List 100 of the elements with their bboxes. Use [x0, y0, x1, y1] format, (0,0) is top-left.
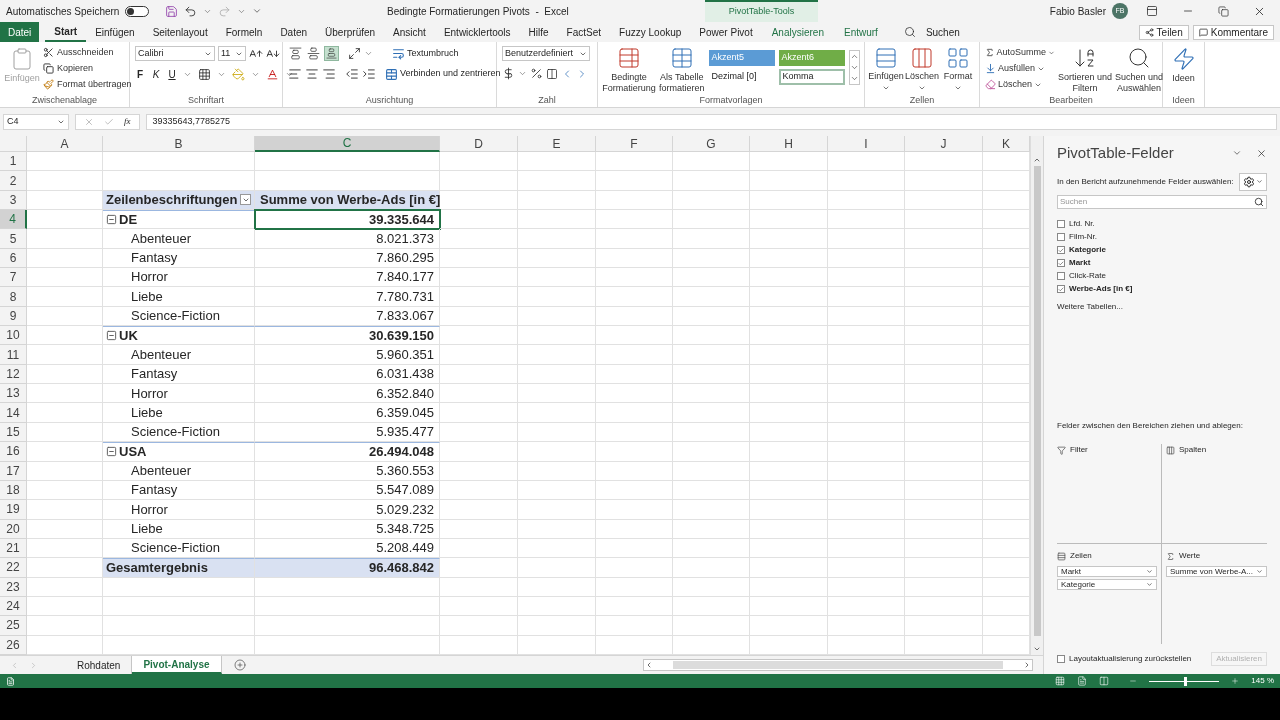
cells-button[interactable]: Format	[942, 46, 974, 92]
row-header[interactable]: 8	[0, 287, 27, 307]
ribbon-tab[interactable]: Fuzzy Lookup	[610, 22, 691, 42]
row-header[interactable]: 19	[0, 500, 27, 520]
ribbon-command[interactable]: Format übertragen	[43, 78, 132, 91]
field-checkbox[interactable]	[1057, 272, 1065, 280]
save-icon[interactable]	[165, 4, 179, 18]
styles-button[interactable]: Als Tabelle formatieren	[659, 46, 705, 94]
tools-button[interactable]	[1239, 172, 1267, 191]
page-break-icon[interactable]	[1099, 676, 1110, 686]
font-size-field[interactable]: 11	[218, 46, 246, 61]
editing-command[interactable]: Ausfüllen	[985, 62, 1055, 75]
search-icon[interactable]	[903, 26, 916, 38]
vertical-align-icon[interactable]	[288, 46, 303, 61]
orientation-icon[interactable]	[348, 47, 361, 60]
ribbon-command[interactable]: Kopieren	[43, 62, 132, 75]
page-layout-icon[interactable]	[1077, 676, 1088, 686]
field-checkbox[interactable]	[1057, 233, 1065, 241]
horizontal-scrollbar[interactable]	[643, 659, 1033, 671]
vertical-scrollbar[interactable]	[1030, 136, 1043, 655]
undo-icon[interactable]	[184, 4, 198, 18]
row-header[interactable]: 13	[0, 384, 27, 404]
sheet-tab[interactable]: Pivot-Analyse	[132, 656, 222, 674]
row-header[interactable]: 2	[0, 171, 27, 191]
column-header[interactable]: H	[750, 136, 828, 152]
area-field[interactable]: Markt	[1057, 566, 1157, 577]
ribbon-tab[interactable]: Hilfe	[519, 22, 558, 42]
field-name[interactable]: Film-Nr.	[1069, 231, 1097, 243]
ribbon-tab[interactable]: FactSet	[557, 22, 611, 42]
fill-color-icon[interactable]	[232, 68, 245, 81]
row-header[interactable]: 14	[0, 403, 27, 423]
percent-icon[interactable]	[530, 67, 543, 80]
font-style-button[interactable]: F	[135, 67, 145, 82]
autosave-toggle[interactable]	[125, 5, 150, 17]
ribbon-tab[interactable]: Datei	[0, 22, 40, 42]
editing-button[interactable]: Sortieren und Filtern	[1059, 46, 1111, 94]
row-header[interactable]: 22	[0, 558, 27, 578]
indent-decrease-icon[interactable]	[345, 67, 359, 81]
column-header[interactable]: C	[255, 136, 440, 152]
field-name[interactable]: Lfd. Nr.	[1069, 218, 1095, 230]
ribbon-tab[interactable]: Einfügen	[86, 22, 144, 42]
row-header[interactable]: 10	[0, 326, 27, 346]
font-name-field[interactable]: Calibri	[135, 46, 215, 61]
ribbon-tab[interactable]: Überprüfen	[316, 22, 385, 42]
column-header[interactable]: B	[103, 136, 255, 152]
column-header[interactable]: J	[905, 136, 983, 152]
column-header[interactable]: D	[440, 136, 518, 152]
name-box[interactable]: C4	[3, 114, 69, 130]
row-header[interactable]: 11	[0, 345, 27, 365]
merge-button[interactable]: Verbinden und zentrieren	[385, 67, 501, 81]
field-name[interactable]: Click-Rate	[1069, 270, 1106, 282]
field-checkbox[interactable]	[1057, 220, 1065, 228]
row-header[interactable]: 25	[0, 616, 27, 636]
column-header[interactable]: G	[673, 136, 750, 152]
share-button[interactable]: Teilen	[1138, 24, 1189, 40]
editing-command[interactable]: Löschen	[985, 78, 1055, 91]
defer-label[interactable]: Layoutaktualisierung zurückstellen	[1069, 653, 1192, 665]
field-name[interactable]: Markt	[1069, 257, 1091, 269]
font-color-icon[interactable]	[266, 68, 279, 81]
font-style-button[interactable]: K	[151, 67, 161, 82]
column-header[interactable]: I	[828, 136, 905, 152]
defer-checkbox[interactable]	[1057, 655, 1065, 663]
macro-status-icon[interactable]	[6, 676, 15, 686]
number-format-field[interactable]: Benutzerdefiniert	[502, 46, 590, 61]
styles-button[interactable]: Bedingte Formatierung	[603, 46, 655, 94]
column-header[interactable]: E	[518, 136, 596, 152]
vertical-align-icon[interactable]	[324, 46, 339, 61]
editing-command[interactable]: AutoSumme	[985, 46, 1055, 59]
cells-button[interactable]: Einfügen	[870, 46, 902, 92]
normal-view-icon[interactable]	[1055, 676, 1066, 686]
row-header[interactable]: 4	[0, 210, 27, 230]
scroll-thumb[interactable]	[1033, 166, 1041, 636]
insert-function-button[interactable]: fx	[124, 115, 131, 129]
zoom-in-icon[interactable]	[1231, 677, 1240, 685]
more-tables-link[interactable]: Weitere Tabellen...	[1057, 300, 1267, 313]
scroll-thumb[interactable]	[673, 661, 1003, 669]
row-header[interactable]: 16	[0, 442, 27, 462]
font-style-button[interactable]: U	[167, 67, 177, 82]
column-header[interactable]: A	[27, 136, 103, 152]
align-left-icon[interactable]	[288, 67, 302, 81]
comments-button[interactable]: Kommentare	[1192, 24, 1274, 40]
field-search[interactable]: Suchen	[1057, 194, 1267, 209]
ribbon-command[interactable]: Ausschneiden	[43, 46, 132, 59]
editing-button[interactable]: Suchen und Auswählen	[1115, 46, 1164, 94]
restore-icon[interactable]	[1218, 5, 1229, 17]
row-header[interactable]: 7	[0, 268, 27, 288]
ribbon-tab[interactable]: Formeln	[216, 22, 272, 42]
field-checkbox[interactable]	[1057, 259, 1065, 267]
column-header[interactable]: F	[596, 136, 673, 152]
ribbon-tab[interactable]: Ansicht	[384, 22, 435, 42]
collapse-icon[interactable]	[106, 446, 117, 458]
formula-field[interactable]: 39335643,7785275	[145, 114, 1277, 130]
vertical-align-icon[interactable]	[306, 46, 321, 61]
close-icon[interactable]	[1256, 147, 1267, 159]
row-header[interactable]: 1	[0, 152, 27, 172]
zoom-thumb[interactable]	[1184, 676, 1188, 686]
collapse-icon[interactable]	[106, 330, 117, 342]
ribbon-display-icon[interactable]	[1146, 5, 1158, 17]
ribbon-tab[interactable]: Entwicklertools	[434, 22, 520, 42]
cell-style[interactable]: Komma	[778, 69, 845, 85]
